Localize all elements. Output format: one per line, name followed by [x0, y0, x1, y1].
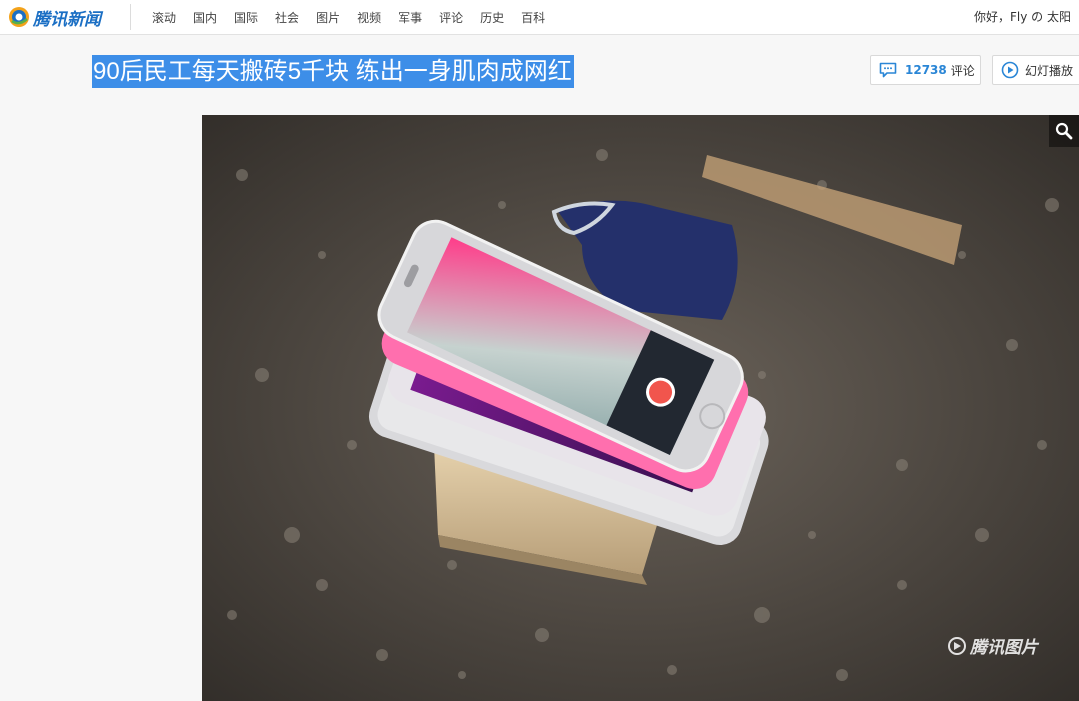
nav-item-commentary[interactable]: 评论	[439, 9, 463, 26]
nav-item-scroll[interactable]: 滚动	[152, 9, 176, 26]
comment-icon	[879, 62, 897, 78]
nav-item-domestic[interactable]: 国内	[193, 9, 217, 26]
nav-item-society[interactable]: 社会	[275, 9, 299, 26]
watermark-text: 腾讯图片	[970, 638, 1038, 658]
tencent-news-logo-icon	[9, 7, 29, 27]
comment-count: 12738	[905, 63, 947, 77]
tencent-photo-logo-icon	[948, 636, 966, 655]
site-logo[interactable]: 腾讯新闻	[8, 5, 101, 30]
top-bar: 腾讯新闻 滚动 国内 国际 社会 图片 视频 军事 评论 历史 百科 你好，Fl…	[0, 0, 1079, 35]
nav-item-international[interactable]: 国际	[234, 9, 258, 26]
user-greeting[interactable]: 你好，Fly の 太阳	[974, 0, 1071, 34]
nav-item-history[interactable]: 历史	[480, 9, 504, 26]
zoom-button[interactable]	[1049, 115, 1079, 147]
magnifier-icon	[1055, 122, 1073, 140]
play-circle-icon	[1001, 61, 1019, 79]
logo-text: 腾讯新闻	[33, 9, 101, 30]
comment-label: 评论	[950, 63, 975, 78]
main-nav: 滚动 国内 国际 社会 图片 视频 军事 评论 历史 百科	[152, 0, 562, 34]
comments-button[interactable]: 12738 评论	[870, 55, 981, 85]
photo-watermark: 腾讯图片	[947, 633, 1038, 658]
slideshow-button[interactable]: 幻灯播放	[992, 55, 1079, 85]
nav-item-encyclopedia[interactable]: 百科	[521, 9, 545, 26]
nav-item-video[interactable]: 视频	[357, 9, 381, 26]
nav-item-pictures[interactable]: 图片	[316, 9, 340, 26]
article-photo[interactable]: 腾讯图片	[202, 115, 1079, 701]
slideshow-label: 幻灯播放	[1025, 63, 1074, 78]
page-title: 90后民工每天搬砖5千块 练出一身肌肉成网红	[92, 55, 574, 88]
phones-on-brick-image	[202, 115, 1079, 701]
nav-item-military[interactable]: 军事	[398, 9, 422, 26]
nav-divider	[130, 4, 131, 30]
